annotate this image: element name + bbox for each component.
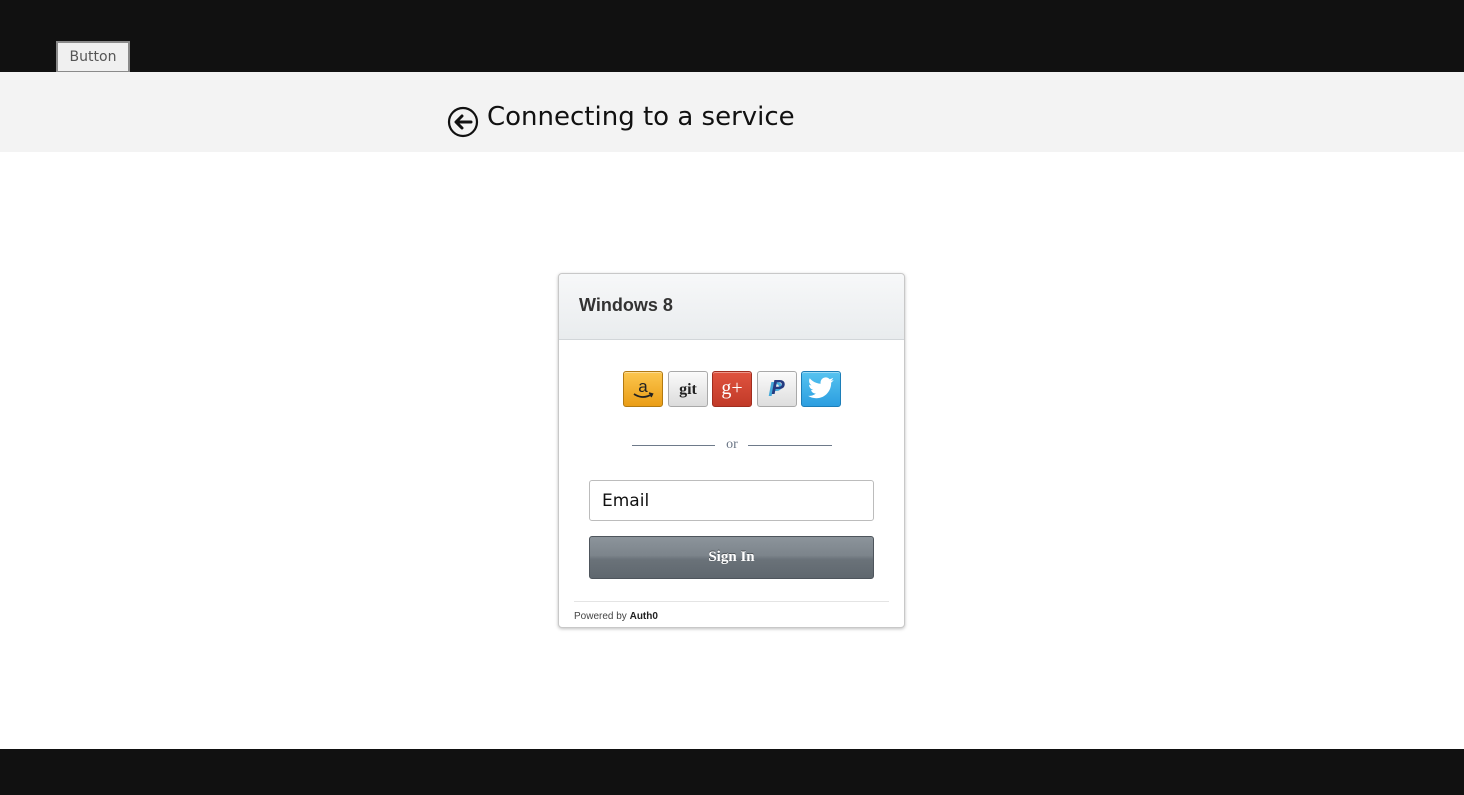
twitter-login-button[interactable] xyxy=(801,371,841,407)
amazon-login-button[interactable]: a xyxy=(623,371,663,407)
amazon-icon: a xyxy=(633,377,654,398)
svg-text:a: a xyxy=(638,377,648,396)
footer-divider xyxy=(574,601,889,602)
google-plus-login-button[interactable]: g+ xyxy=(712,371,752,407)
svg-text:git: git xyxy=(679,381,697,398)
sign-in-button[interactable]: Sign In xyxy=(589,536,874,579)
paypal-login-button[interactable]: P P xyxy=(756,371,797,407)
divider-right xyxy=(748,445,832,446)
email-field[interactable] xyxy=(589,480,874,521)
twitter-bird-icon xyxy=(808,377,834,399)
back-arrow-icon[interactable] xyxy=(447,106,479,138)
top-app-bar: Button xyxy=(0,0,1464,73)
divider-left xyxy=(632,445,715,446)
powered-by-label: Powered by xyxy=(574,611,627,622)
github-icon: git xyxy=(679,381,697,398)
github-login-button[interactable]: git xyxy=(667,371,708,407)
google-plus-icon: g+ xyxy=(721,377,742,399)
divider-or: or xyxy=(726,437,738,452)
app-bar-button[interactable]: Button xyxy=(56,41,130,73)
social-login-row: a git g+ P P xyxy=(623,371,846,407)
powered-by: Powered by Auth0 xyxy=(574,611,658,622)
paypal-icon: P P xyxy=(768,377,785,401)
svg-text:g+: g+ xyxy=(721,377,742,399)
page-title: Connecting to a service xyxy=(487,102,795,132)
login-widget: Windows 8 a git g+ P P or Email Sign In … xyxy=(558,273,905,628)
auth0-link[interactable]: Auth0 xyxy=(630,611,658,622)
login-title: Windows 8 xyxy=(579,295,673,315)
bottom-app-bar xyxy=(0,749,1464,795)
login-header: Windows 8 xyxy=(559,274,904,340)
svg-text:P: P xyxy=(771,377,785,399)
